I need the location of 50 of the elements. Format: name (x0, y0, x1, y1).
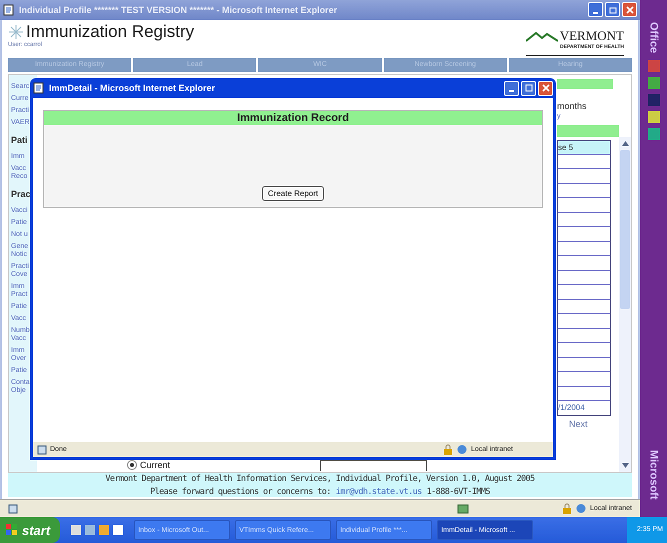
globe-icon (574, 503, 587, 514)
restore-button[interactable] (605, 2, 620, 18)
start-button[interactable]: start (0, 517, 60, 543)
minimize-icon (509, 90, 514, 92)
minimize-icon (593, 12, 598, 14)
lock-icon (562, 503, 572, 514)
radio-label: Current (140, 460, 170, 470)
scroll-down-icon[interactable] (622, 463, 628, 468)
table-header: se 5 (558, 140, 610, 155)
snowflake-icon (8, 24, 24, 40)
page-icon (37, 444, 47, 454)
windows-logo-icon (6, 524, 18, 536)
toolbar-label: Microsoft (648, 450, 660, 499)
email-link[interactable]: imr@vdh.state.vt.us (336, 486, 422, 497)
close-button[interactable] (622, 2, 637, 18)
table-cell-text: /1/2004 (558, 402, 586, 414)
section-heading: Pati (11, 134, 29, 145)
restore-icon (608, 6, 616, 14)
window-title: Individual Profile ******* TEST VERSION ******* - Microsoft Internet Explorer (19, 4, 338, 15)
toolbar-label: Office (648, 22, 660, 54)
footer-text: Vermont Department of Health Information Services, Individual Profile, Version 1.0, August 2005 (105, 474, 535, 484)
page-icon (3, 4, 15, 16)
create-report-button[interactable]: Create Report (262, 186, 324, 201)
maximize-icon (524, 84, 532, 92)
months-label: months (557, 100, 588, 111)
minimize-button[interactable] (504, 80, 519, 96)
minimize-button[interactable] (588, 2, 603, 18)
page-icon (8, 504, 18, 514)
scroll-up-icon[interactable] (622, 140, 628, 146)
maximize-button[interactable] (521, 80, 536, 96)
section-header-bar (557, 124, 619, 137)
close-icon (626, 6, 634, 14)
app-title: Immunization Registry (26, 22, 194, 42)
close-button[interactable] (538, 80, 553, 96)
globe-icon (456, 444, 468, 455)
page-icon (33, 82, 45, 94)
next-link[interactable]: Next (569, 418, 619, 429)
quick-launch-icons-drawing[interactable] (69, 524, 126, 536)
mountain-icon (526, 30, 558, 42)
phone-number: 1-888-6VT-IMMS (426, 486, 490, 497)
lock-icon (442, 444, 453, 455)
radio-button[interactable] (127, 460, 137, 470)
window-title: ImmDetail - Microsoft Internet Explorer (49, 83, 216, 93)
section-header-bar (557, 78, 613, 89)
close-icon (542, 84, 550, 92)
logo-text: VERMONT (560, 28, 624, 44)
panel-heading: Immunization Record (44, 111, 542, 125)
footer-text: Please forward questions or concerns to: (150, 486, 331, 497)
section-heading: Prac (11, 188, 32, 199)
scrollbar[interactable] (619, 136, 631, 472)
